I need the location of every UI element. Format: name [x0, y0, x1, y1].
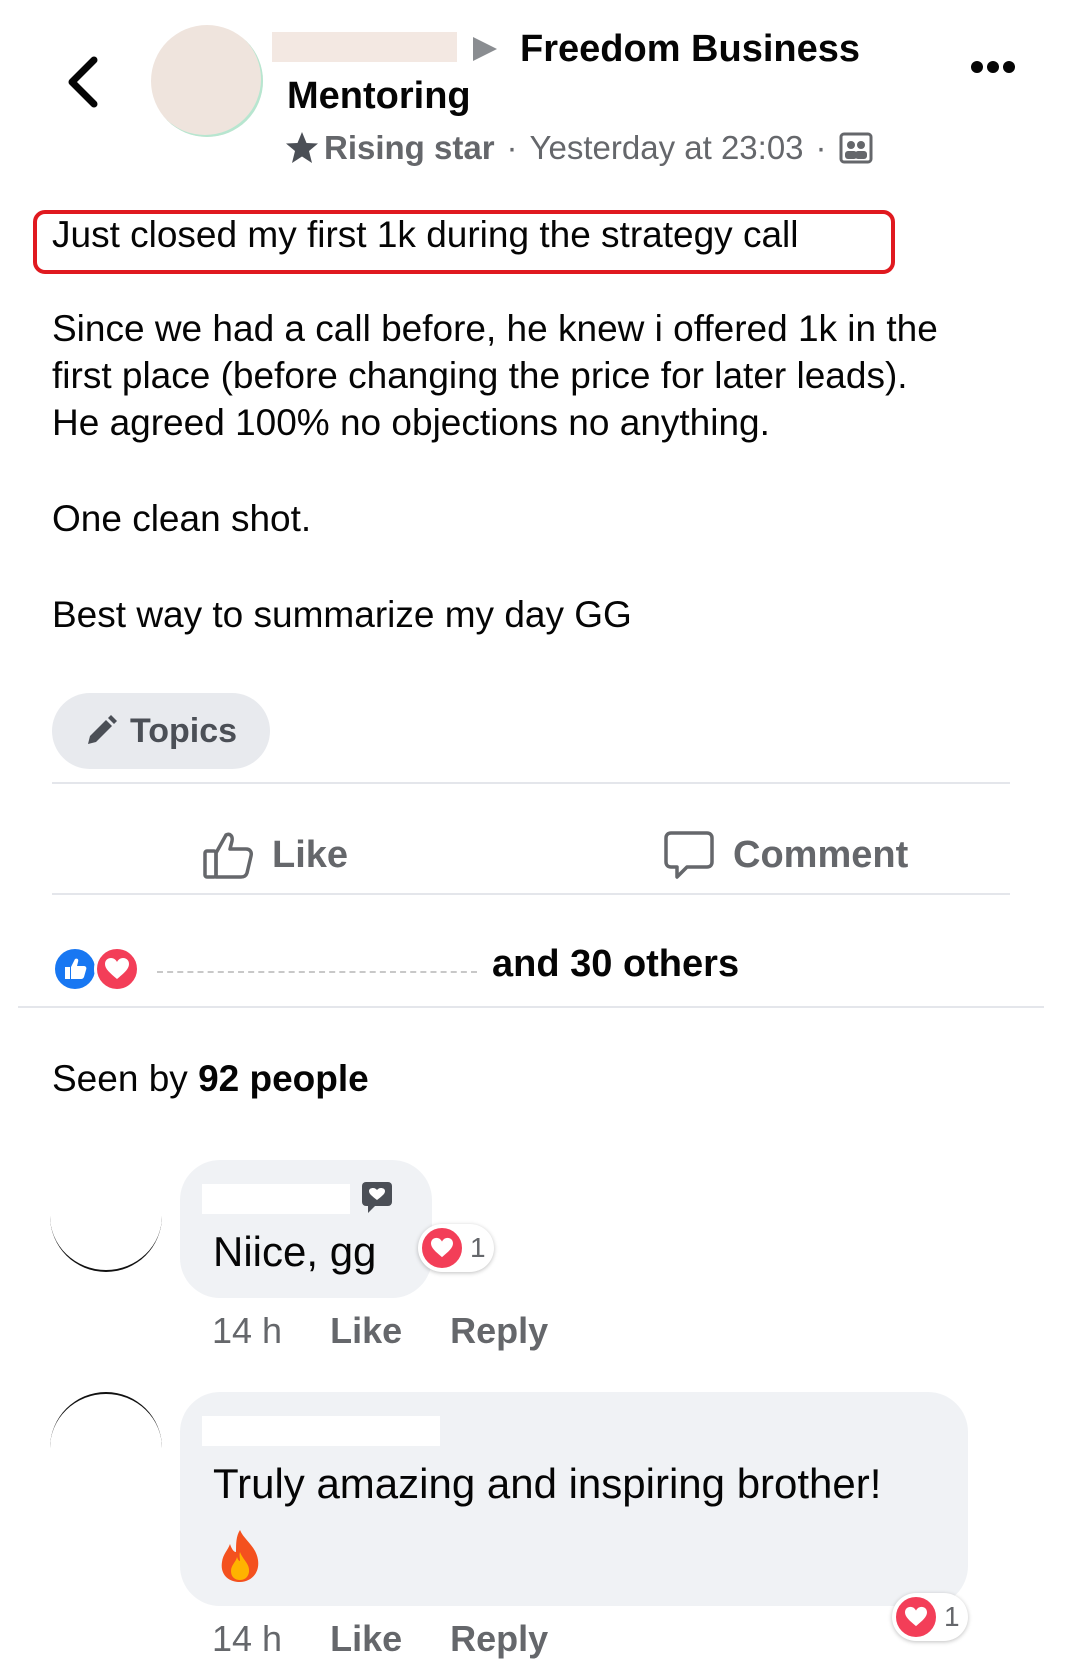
comment-button[interactable]: Comment [663, 820, 908, 890]
thumbs-up-icon [203, 832, 253, 879]
member-badge: Rising star [324, 129, 495, 166]
post-meta: Rising star · Yesterday at 23:03 · [284, 126, 873, 170]
post-title: Just closed my first 1k during the strat… [52, 214, 799, 255]
group-name-continued[interactable]: Mentoring [287, 75, 471, 118]
comment-reaction-count[interactable]: 1 [418, 1224, 494, 1272]
seen-prefix: Seen by [52, 1058, 188, 1099]
commenter-avatar[interactable] [50, 1160, 162, 1272]
reaction-summary[interactable] [52, 943, 140, 995]
love-reaction-icon [420, 1226, 464, 1270]
comment-text: Truly amazing and inspiring brother! [213, 1460, 882, 1507]
comment-reply-button[interactable]: Reply [450, 1310, 548, 1352]
divider [52, 893, 1010, 895]
post-body-line: Best way to summarize my day GG [52, 594, 632, 635]
comment-text: Niice, gg [213, 1228, 377, 1275]
divider [18, 1006, 1044, 1008]
redacted-reactor-names [157, 967, 477, 973]
divider [52, 782, 1010, 784]
seen-count: 92 people [198, 1058, 369, 1099]
back-button[interactable] [60, 52, 110, 112]
redacted-commenter-name [202, 1184, 350, 1214]
comment-meta: 14 h Like Reply [212, 1618, 596, 1660]
comment-like-button[interactable]: Like [330, 1618, 402, 1660]
post-body-line: He agreed 100% no objections no anything… [52, 402, 770, 443]
post-body-line: first place (before changing the price f… [52, 355, 908, 396]
back-chevron-icon [68, 56, 98, 108]
like-button[interactable]: Like [202, 820, 348, 890]
post-body-line: One clean shot. [52, 498, 312, 539]
comment-reaction-count[interactable]: 1 [892, 1593, 968, 1641]
love-reaction-icon [894, 1595, 938, 1639]
topics-label: Topics [130, 711, 238, 750]
comment-time[interactable]: 14 h [212, 1618, 282, 1660]
comment-time[interactable]: 14 h [212, 1310, 282, 1352]
more-icon [971, 61, 1015, 73]
seen-by[interactable]: Seen by 92 people [52, 1058, 369, 1100]
like-reaction-icon [52, 946, 98, 992]
redacted-commenter-name [202, 1416, 440, 1446]
commenter-avatar[interactable] [50, 1392, 162, 1504]
like-label: Like [272, 833, 349, 876]
comment-reply-button[interactable]: Reply [450, 1618, 548, 1660]
comment-meta: 14 h Like Reply [212, 1310, 596, 1352]
separator: · [506, 129, 518, 166]
caret-right-icon [470, 34, 500, 69]
post-body-line: Since we had a call before, he knew i of… [52, 308, 938, 349]
author-avatar[interactable] [151, 25, 263, 137]
group-name[interactable]: Freedom Business [520, 28, 860, 71]
separator: · [815, 129, 827, 166]
more-options-button[interactable] [970, 60, 1030, 90]
reaction-count-value: 1 [470, 1232, 486, 1263]
group-members-icon [839, 132, 873, 164]
pencil-icon [88, 715, 117, 744]
rising-star-icon [286, 132, 318, 163]
comment-like-button[interactable]: Like [330, 1310, 402, 1352]
fan-badge-icon [360, 1180, 396, 1219]
fire-emoji: 🔥 [216, 1528, 264, 1589]
redacted-author-name [272, 32, 457, 62]
post-timestamp[interactable]: Yesterday at 23:03 [530, 129, 804, 167]
love-reaction-icon [94, 946, 140, 992]
topics-button[interactable]: Topics [52, 693, 270, 769]
comment-icon [664, 831, 714, 879]
comment-label: Comment [733, 833, 909, 876]
reaction-count-value: 1 [944, 1601, 960, 1632]
reaction-others-text[interactable]: and 30 others [492, 943, 739, 986]
